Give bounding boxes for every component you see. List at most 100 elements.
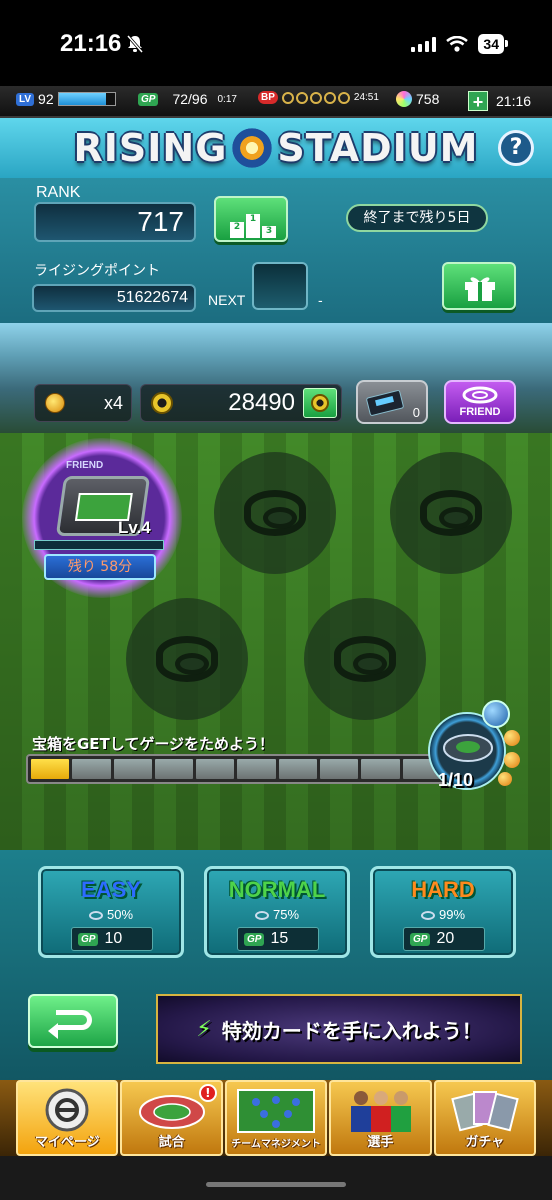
notification-badge: ! — [198, 1084, 217, 1102]
event-banner-text: 特効カードを手に入れよう！ — [221, 1018, 482, 1043]
empty-stadium-slot[interactable] — [214, 452, 336, 574]
stadium-icon — [138, 1095, 205, 1129]
difficulty-easy-button[interactable]: EASY 50% GP 10 — [38, 866, 184, 958]
gift-icon — [465, 277, 495, 301]
orange-orb-icon — [504, 752, 520, 768]
ios-status-bar: 21:16 34 — [0, 0, 552, 86]
stadium-icon — [254, 911, 269, 921]
gear-count-chip: 28490 — [140, 384, 342, 422]
ball-count-chip: x4 — [34, 384, 132, 422]
gear-ball-icon — [311, 394, 329, 412]
level-badge: LV — [16, 92, 35, 106]
gear-count: 28490 — [228, 389, 295, 416]
difficulty-normal-button[interactable]: NORMAL 75% GP 15 — [204, 866, 350, 958]
gauge-segment — [237, 759, 276, 779]
home-ball-icon — [45, 1088, 89, 1132]
nav-gacha[interactable]: ガチャ — [433, 1080, 537, 1156]
bp-badge: BP — [258, 91, 278, 104]
rising-points-value: 51622674 — [32, 284, 196, 312]
help-button[interactable]: ? — [498, 130, 534, 166]
rising-stadium-logo: RISING STADIUM — [70, 124, 482, 172]
difficulty-cost: GP 10 — [71, 927, 153, 951]
nav-label: 選手 — [367, 1135, 394, 1150]
gp-badge: GP — [138, 92, 159, 106]
gem-display: 758 — [396, 91, 439, 107]
nav-team-management[interactable]: チームマネジメント — [224, 1080, 328, 1156]
stadium-level: Lv.4 — [118, 518, 151, 537]
return-arrow-icon — [48, 1010, 92, 1039]
stadium-icon — [420, 911, 435, 921]
difficulty-title: HARD — [411, 877, 475, 902]
nav-label: チームマネジメント — [231, 1139, 321, 1150]
ticket-icon — [366, 390, 404, 416]
nav-label: ガチャ — [465, 1135, 505, 1150]
ball-icon — [45, 393, 65, 413]
back-button[interactable] — [28, 994, 118, 1048]
gauge-segment — [361, 759, 400, 779]
bp-display: BP 24:51 — [258, 91, 379, 104]
nav-players[interactable]: 選手 — [329, 1080, 432, 1156]
gauge-segment — [72, 759, 111, 779]
friend-button[interactable]: FRIEND — [444, 380, 516, 424]
empty-stadium-slot[interactable] — [390, 452, 512, 574]
add-gems-button[interactable]: + — [468, 91, 488, 112]
ticket-button[interactable]: 0 — [356, 380, 428, 424]
gem-icon — [396, 91, 412, 107]
podium-icon: 2 1 3 — [230, 208, 276, 238]
gem-value: 758 — [416, 91, 440, 107]
gear-ball-icon — [151, 392, 173, 414]
bell-slash-icon — [126, 35, 144, 53]
difficulty-rate: 50% — [41, 907, 181, 922]
stadium-outline-icon — [244, 490, 306, 536]
gp-value: 72/96 — [172, 91, 208, 107]
blue-orb-icon — [482, 700, 510, 728]
home-indicator — [0, 1156, 552, 1200]
difficulty-rate: 75% — [207, 907, 347, 922]
next-value: - — [318, 292, 323, 308]
stadium-outline-icon — [420, 490, 482, 536]
ranking-button[interactable]: 2 1 3 — [214, 196, 288, 242]
star-emblem-icon — [229, 125, 276, 171]
nav-mypage[interactable]: マイページ — [16, 1080, 119, 1156]
gauge-segment — [31, 759, 70, 779]
gift-button[interactable] — [442, 262, 516, 310]
empty-stadium-slot[interactable] — [304, 598, 426, 720]
next-reward-slot — [252, 262, 308, 310]
gp-badge: GP — [78, 932, 99, 946]
gauge-segment — [320, 759, 359, 779]
stadium-level-bar — [34, 540, 164, 550]
exp-bar — [57, 92, 116, 106]
stadium-timer: 残り 58分 — [44, 554, 156, 580]
rank-value: 717 — [34, 202, 196, 242]
orange-orb-icon — [504, 730, 520, 746]
level-value: 92 — [38, 91, 54, 107]
gp-timer: 0:17 — [217, 93, 237, 105]
add-gear-button[interactable] — [303, 388, 337, 418]
nav-match[interactable]: ! 試合 — [120, 1080, 223, 1156]
empty-stadium-slot[interactable] — [126, 598, 248, 720]
gauge-segment — [113, 759, 152, 779]
difficulty-hard-button[interactable]: HARD 99% GP 20 — [370, 866, 516, 958]
event-remaining-time: 終了まで残り5日 — [346, 204, 488, 232]
stadium-outline-icon — [334, 636, 396, 682]
cards-icon — [451, 1091, 519, 1132]
stadium-card-label: FRIEND — [66, 460, 104, 471]
event-banner[interactable]: ⚡ 特効カードを手に入れよう！ — [156, 994, 522, 1064]
battery-level: 34 — [483, 36, 499, 52]
ios-time: 21:16 — [60, 30, 122, 57]
game-clock: 21:16 — [496, 93, 532, 109]
nav-label: マイページ — [34, 1135, 100, 1150]
logo-text-right: STADIUM — [277, 126, 479, 170]
gp-badge: GP — [410, 932, 431, 946]
difficulty-rate: 99% — [373, 907, 513, 922]
gauge-segment — [196, 759, 235, 779]
difficulty-cost: GP 15 — [237, 927, 319, 951]
ball-count: x4 — [103, 392, 123, 413]
game-status-bar: LV 92 GP 72/96 0:17 BP 24:51 758 + 21:16 — [0, 86, 552, 118]
difficulty-title: NORMAL — [228, 877, 326, 902]
gp-display: GP 72/96 0:17 — [138, 91, 237, 107]
stadium-orb-icon — [443, 734, 493, 762]
battery-indicator: 34 — [478, 34, 508, 54]
formation-icon — [237, 1089, 316, 1133]
logo-text-left: RISING — [73, 126, 228, 170]
